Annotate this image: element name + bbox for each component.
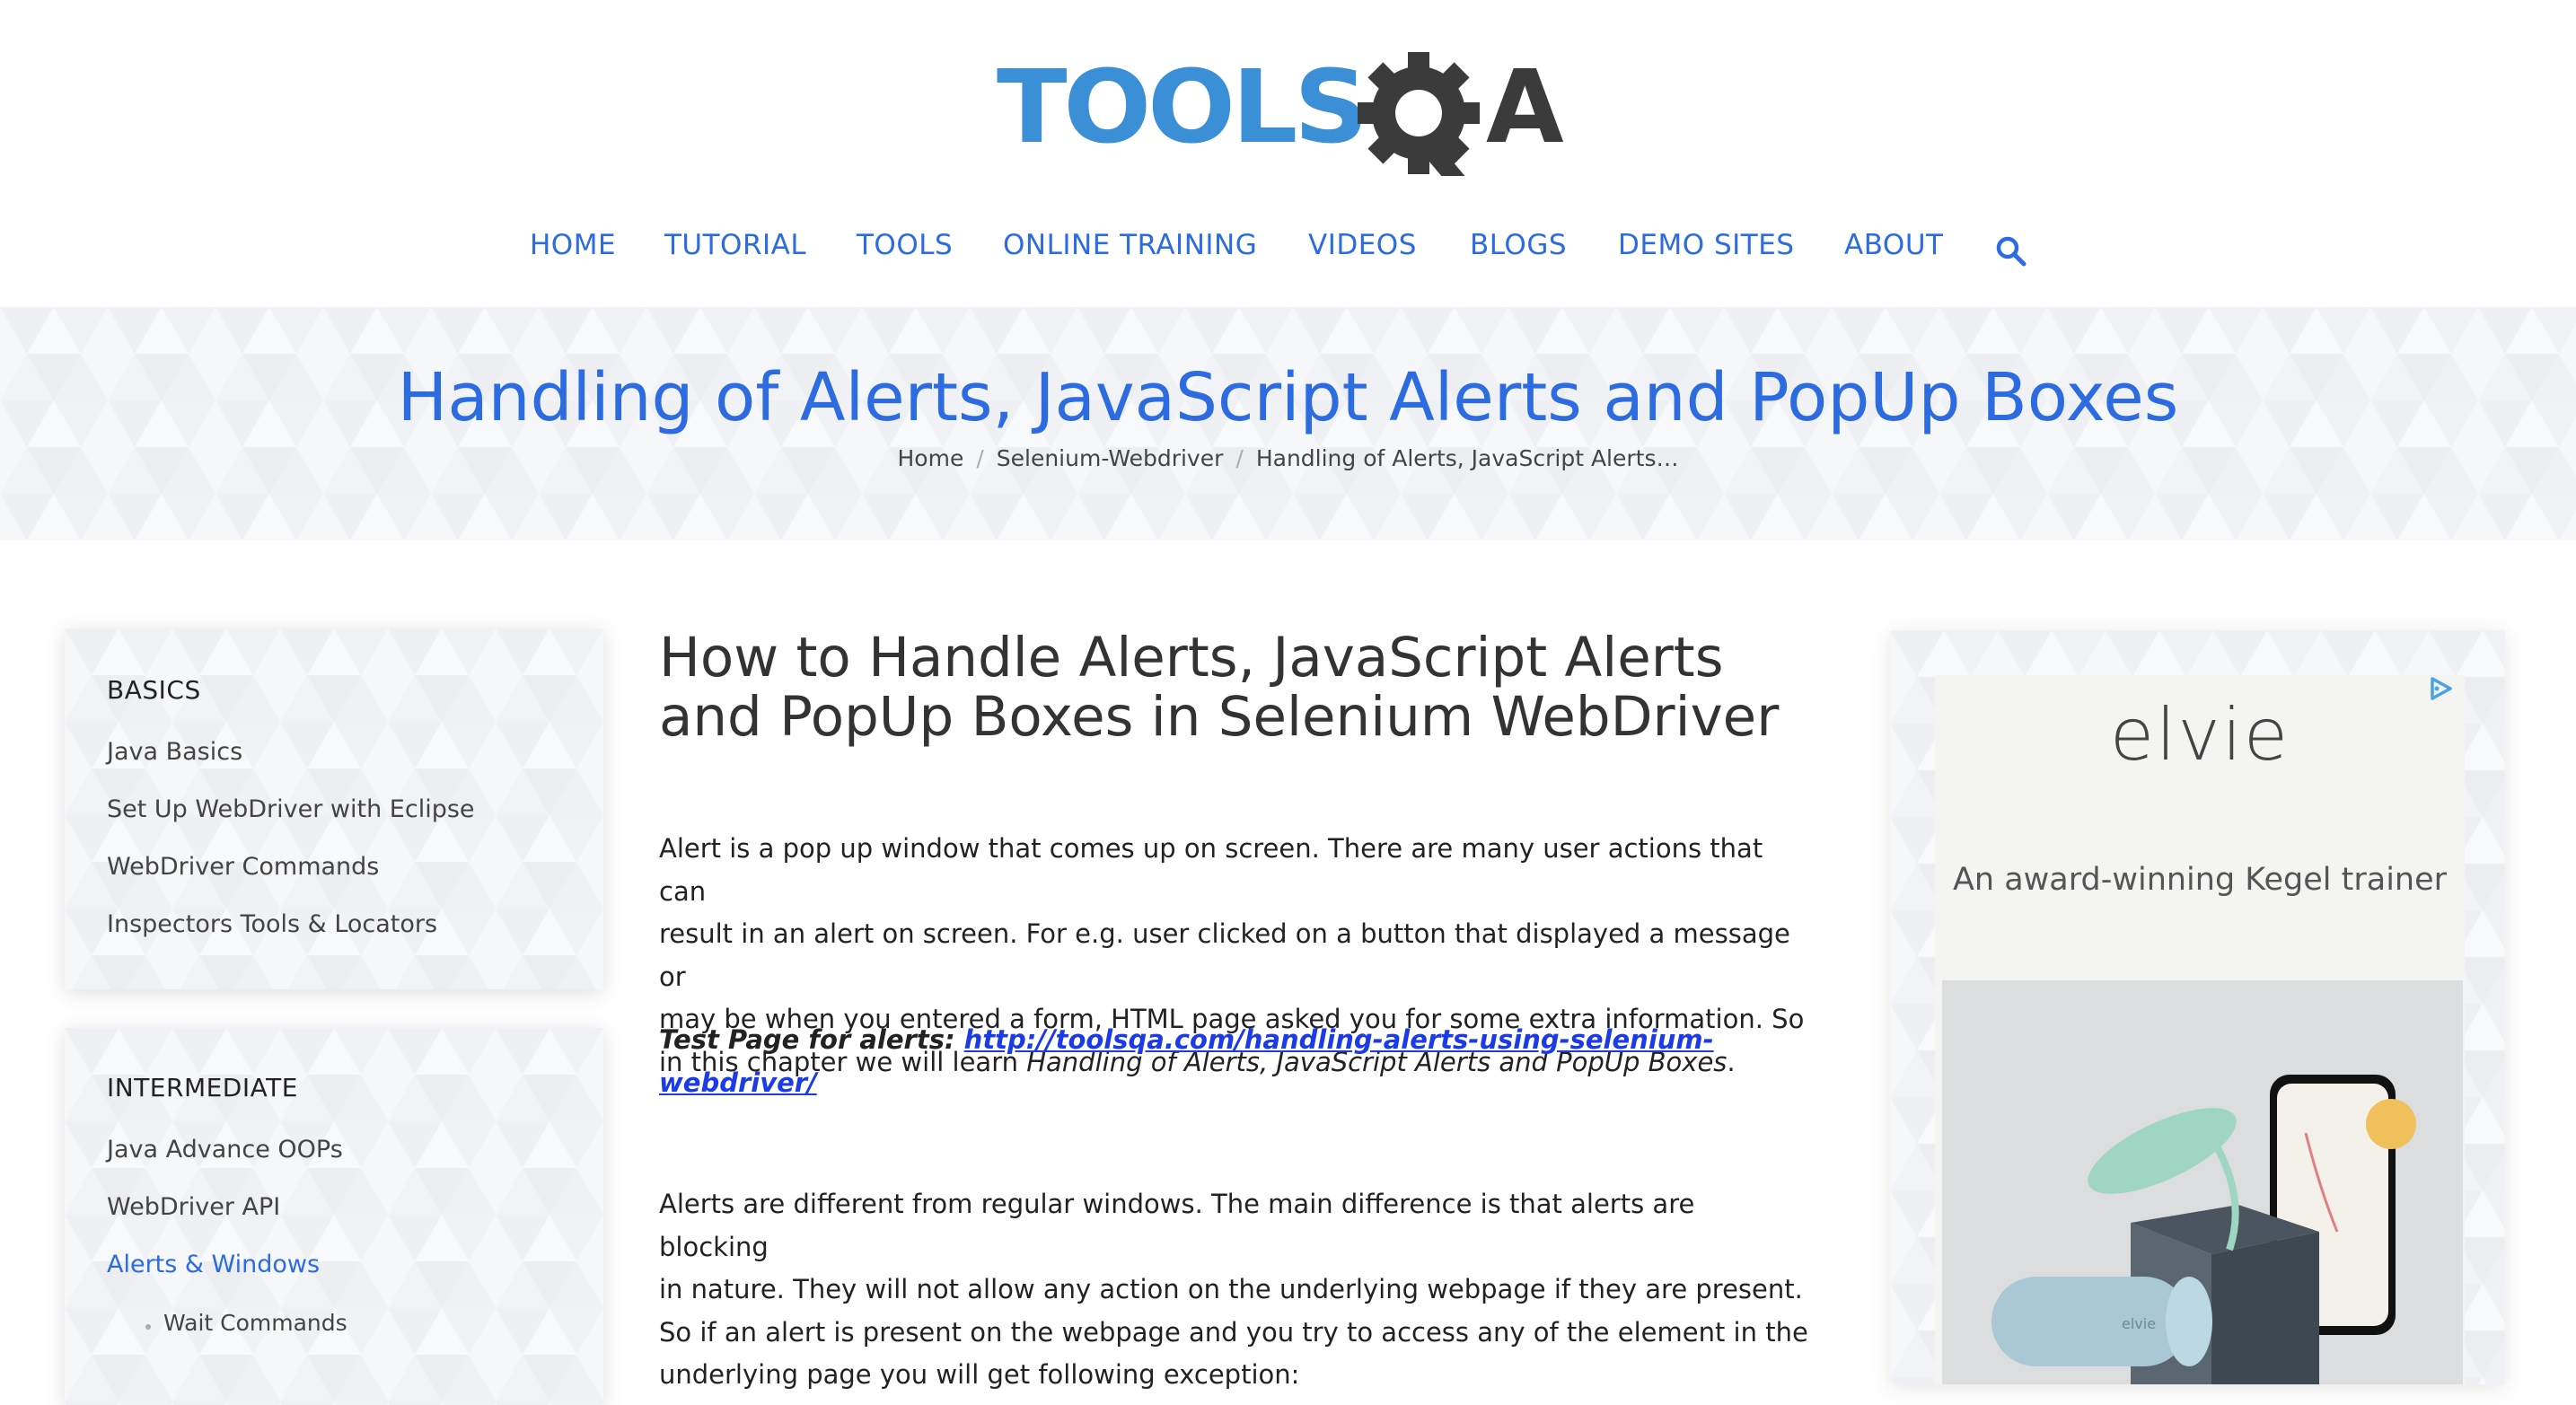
list-bullet	[145, 1324, 151, 1330]
test-page-link-part-2: webdriver/	[659, 1067, 817, 1098]
toolsqa-logo[interactable]: TOOLS A	[997, 41, 1580, 176]
breadcrumb-separator: /	[976, 445, 984, 471]
article-title-line-1: How to Handle Alerts, JavaScript Alerts	[659, 626, 1724, 689]
nav-demo-sites[interactable]: DEMO SITES	[1618, 229, 1794, 261]
breadcrumb-separator: /	[1235, 445, 1244, 471]
test-page-link-part-1: http://toolsqa.com/handling-alerts-using…	[963, 1024, 1714, 1055]
paragraph-line: result in an alert on screen. For e.g. u…	[659, 918, 1790, 992]
nav-tutorial[interactable]: TUTORIAL	[664, 229, 806, 261]
product-illustration: elvie	[1942, 980, 2463, 1384]
main-nav: HOME TUTORIAL TOOLS ONLINE TRAINING VIDE…	[0, 229, 2576, 274]
ad-card[interactable]: elvie An award-winning Kegel trainer elv…	[1935, 675, 2465, 1384]
nav-home[interactable]: HOME	[530, 229, 616, 261]
sidebar-intermediate: INTERMEDIATE Java Advance OOPs WebDriver…	[65, 1028, 603, 1405]
paragraph-line: So if an alert is present on the webpage…	[659, 1316, 1808, 1348]
gear-icon	[1358, 52, 1480, 176]
article-title: How to Handle Alerts, JavaScript Alerts …	[659, 628, 1826, 747]
sidebar-basics: BASICS Java Basics Set Up WebDriver with…	[65, 628, 603, 989]
nav-online-training[interactable]: ONLINE TRAINING	[1003, 229, 1257, 261]
nav-tools[interactable]: TOOLS	[857, 229, 953, 261]
paragraph-line: Alerts are different from regular window…	[659, 1189, 1695, 1262]
sidebar-item-inspectors-tools[interactable]: Inspectors Tools & Locators	[107, 910, 437, 938]
paragraph-line: Alert is a pop up window that comes up o…	[659, 833, 1763, 907]
article-title-line-2: and PopUp Boxes in Selenium WebDriver	[659, 685, 1780, 749]
sidebar-item-setup-webdriver[interactable]: Set Up WebDriver with Eclipse	[107, 795, 475, 823]
breadcrumb: Home / Selenium-Webdriver / Handling of Aler…	[0, 445, 2576, 471]
ad-product-image: elvie	[1942, 980, 2463, 1384]
sidebar-item-webdriver-api[interactable]: WebDriver API	[107, 1193, 280, 1221]
case-label: elvie	[2122, 1315, 2156, 1332]
sidebar-heading-basics: BASICS	[107, 675, 201, 705]
sidebar-item-webdriver-commands[interactable]: WebDriver Commands	[107, 853, 379, 881]
page-title: Handling of Alerts, JavaScript Alerts an…	[397, 359, 2179, 436]
breadcrumb-selenium-webdriver[interactable]: Selenium-Webdriver	[997, 445, 1224, 471]
logo-text-tools: TOOLS	[997, 49, 1365, 166]
breadcrumb-home[interactable]: Home	[898, 445, 964, 471]
test-page-line: Test Page for alerts: http://toolsqa.com…	[659, 1019, 1808, 1104]
advertisement[interactable]: elvie An award-winning Kegel trainer elv…	[1890, 630, 2505, 1384]
case-illustration: elvie	[1991, 1277, 2212, 1366]
test-page-label: Test Page for alerts:	[659, 1024, 964, 1055]
page-banner: Handling of Alerts, JavaScript Alerts an…	[0, 307, 2576, 540]
nav-blogs[interactable]: BLOGS	[1470, 229, 1567, 261]
ad-brand: elvie	[2109, 693, 2290, 777]
ad-tagline: An award-winning Kegel trainer	[1952, 862, 2448, 898]
logo-text-a: A	[1486, 49, 1564, 166]
sidebar-item-java-advance-oops[interactable]: Java Advance OOPs	[107, 1136, 343, 1164]
sidebar-heading-intermediate: INTERMEDIATE	[107, 1073, 298, 1102]
nav-videos[interactable]: VIDEOS	[1308, 229, 1417, 261]
nav-about[interactable]: ABOUT	[1844, 229, 1943, 261]
sidebar-subitem-wait-commands[interactable]: Wait Commands	[163, 1310, 347, 1336]
sidebar-item-java-basics[interactable]: Java Basics	[107, 738, 242, 766]
sidebar-item-alerts-windows[interactable]: Alerts & Windows	[107, 1251, 320, 1278]
ad-choices-icon[interactable]	[2427, 675, 2454, 702]
search-icon[interactable]	[1995, 235, 2027, 268]
paragraph-line: in nature. They will not allow any actio…	[659, 1274, 1803, 1304]
paragraph-line: underlying page you will get following e…	[659, 1359, 1300, 1390]
breadcrumb-current: Handling of Alerts, JavaScript Alerts…	[1255, 445, 1679, 471]
